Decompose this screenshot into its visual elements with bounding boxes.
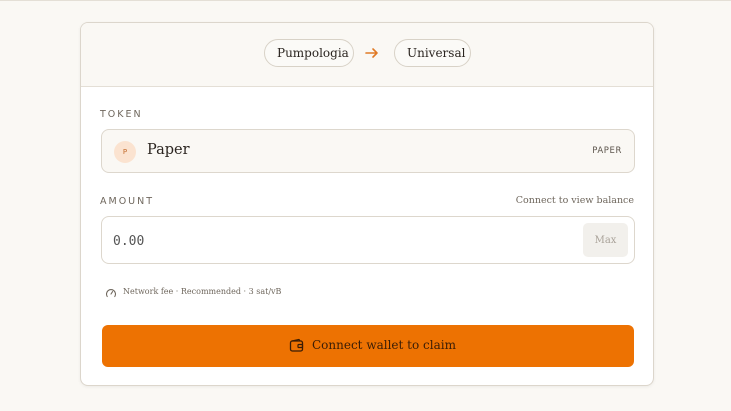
- destination-chain-chip[interactable]: Universal: [394, 39, 471, 67]
- route-header: Pumpologia Universal: [81, 23, 653, 87]
- max-button[interactable]: Max: [583, 223, 628, 257]
- wallet-icon: [289, 338, 304, 352]
- token-ticker: PAPER: [592, 146, 622, 156]
- amount-section-label: AMOUNT: [100, 196, 155, 207]
- token-name: Paper: [147, 142, 190, 158]
- amount-field-container: Max: [101, 216, 635, 264]
- token-selector[interactable]: P Paper PAPER: [101, 129, 635, 173]
- connect-wallet-label: Connect wallet to claim: [312, 338, 456, 352]
- connect-wallet-button[interactable]: Connect wallet to claim: [102, 325, 634, 367]
- gauge-icon: [106, 289, 116, 298]
- claim-card: Pumpologia Universal TOKEN P Paper PAPER…: [80, 22, 654, 386]
- token-section-label: TOKEN: [100, 109, 143, 120]
- network-fee-text: Network fee · Recommended · 3 sat/vB: [123, 287, 282, 296]
- arrow-right-icon: [365, 48, 378, 58]
- amount-input[interactable]: [111, 227, 545, 255]
- source-chain-chip[interactable]: Pumpologia: [264, 39, 354, 67]
- top-divider: [0, 0, 731, 1]
- connect-balance-link[interactable]: Connect to view balance: [516, 195, 634, 206]
- token-avatar: P: [114, 141, 136, 163]
